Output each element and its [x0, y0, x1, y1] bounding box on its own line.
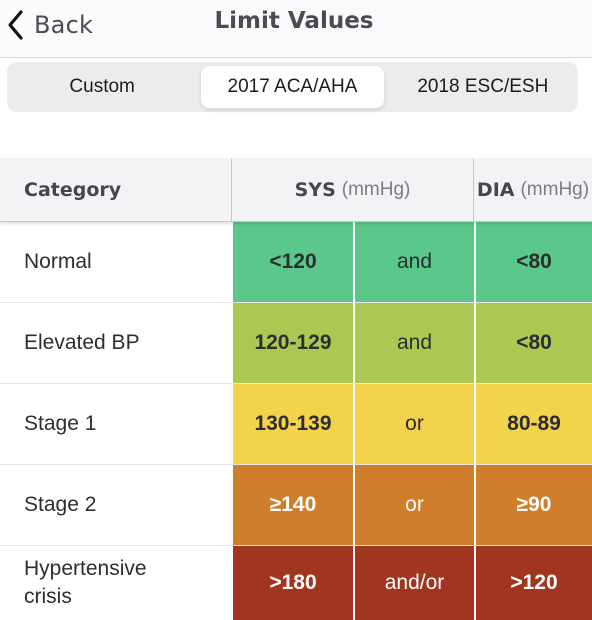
sys-value: 120-129	[233, 303, 355, 383]
page-title: Limit Values	[0, 8, 592, 34]
sys-value: <120	[233, 222, 355, 302]
table-row: Normal <120 and <80	[0, 222, 592, 303]
segment-2018-esc-esh[interactable]: 2018 ESC/ESH	[392, 66, 574, 108]
header-sys-unit: (mmHg)	[341, 178, 411, 200]
operator: and	[355, 222, 476, 302]
sys-value: >180	[233, 546, 355, 620]
operator: or	[355, 384, 476, 464]
table-row: Stage 2 ≥140 or ≥90	[0, 465, 592, 546]
row-category: Elevated BP	[0, 303, 233, 383]
sys-value: ≥140	[233, 465, 355, 545]
navigation-bar: Back Limit Values	[0, 0, 592, 58]
header-category: Category	[0, 158, 232, 221]
dia-value: ≥90	[476, 465, 592, 545]
row-category: Normal	[0, 222, 233, 302]
table-header: Category SYS (mmHg) DIA (mmHg)	[0, 158, 592, 222]
sys-value: 130-139	[233, 384, 355, 464]
header-sys: SYS (mmHg)	[232, 158, 474, 221]
segment-custom[interactable]: Custom	[11, 66, 193, 108]
dia-value: <80	[476, 222, 592, 302]
header-dia-label: DIA	[476, 178, 515, 201]
header-dia: DIA (mmHg)	[474, 158, 592, 221]
operator: and	[355, 303, 476, 383]
page-title-text: Limit Values	[214, 8, 374, 34]
row-category: Stage 1	[0, 384, 233, 464]
dia-value: >120	[476, 546, 592, 620]
row-category: Hypertensive crisis	[0, 546, 233, 620]
table-row: Elevated BP 120-129 and <80	[0, 303, 592, 384]
header-sys-label: SYS	[294, 178, 336, 201]
segment-2017-aca-aha[interactable]: 2017 ACA/AHA	[201, 66, 384, 108]
operator: and/or	[355, 546, 476, 620]
row-category: Stage 2	[0, 465, 233, 545]
dia-value: 80-89	[476, 384, 592, 464]
dia-value: <80	[476, 303, 592, 383]
guideline-segmented-control: Custom 2017 ACA/AHA 2018 ESC/ESH	[7, 62, 578, 112]
table-row: Hypertensive crisis >180 and/or >120	[0, 546, 592, 620]
operator: or	[355, 465, 476, 545]
limit-values-table: Category SYS (mmHg) DIA (mmHg) Normal <1…	[0, 158, 592, 620]
table-row: Stage 1 130-139 or 80-89	[0, 384, 592, 465]
header-dia-unit: (mmHg)	[520, 178, 590, 200]
